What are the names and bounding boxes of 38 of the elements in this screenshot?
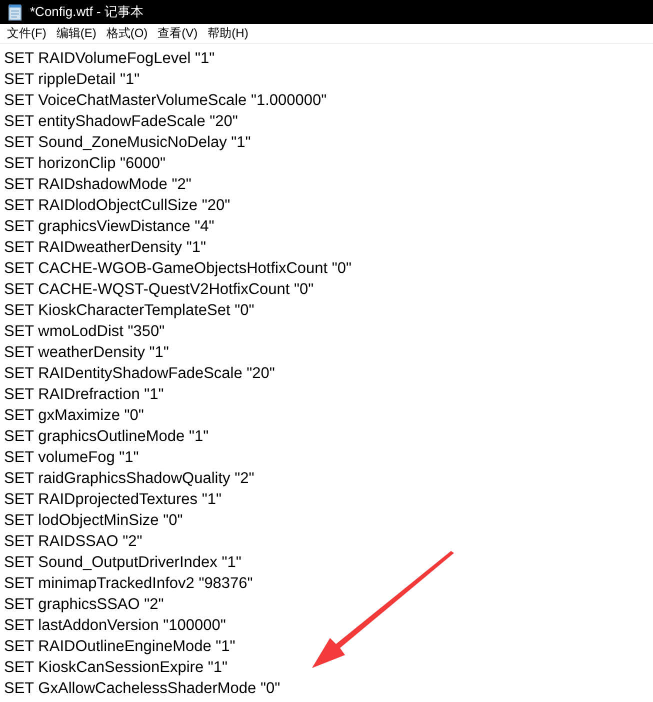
text-line: SET VoiceChatMasterVolumeScale "1.000000" bbox=[4, 91, 328, 111]
notepad-icon bbox=[8, 4, 22, 20]
text-line: SET GxAllowCachelessShaderMode "0" bbox=[4, 679, 282, 699]
text-line: SET graphicsSSAO "2" bbox=[4, 595, 165, 615]
text-line: SET RAIDVolumeFogLevel "1" bbox=[4, 49, 216, 69]
text-line: SET gxMaximize "0" bbox=[4, 406, 145, 426]
text-line: SET RAIDentityShadowFadeScale "20" bbox=[4, 364, 276, 384]
text-line: SET RAIDrefraction "1" bbox=[4, 385, 165, 405]
menu-item[interactable]: 编辑(E) bbox=[51, 24, 102, 43]
text-line: SET raidGraphicsShadowQuality "2" bbox=[4, 469, 256, 489]
menu-item[interactable]: 查看(V) bbox=[152, 24, 203, 43]
text-line: SET volumeFog "1" bbox=[4, 448, 140, 468]
text-line: SET RAIDprojectedTextures "1" bbox=[4, 490, 222, 510]
text-line: SET RAIDSSAO "2" bbox=[4, 532, 144, 552]
text-line: SET Sound_OutputDriverIndex "1" bbox=[4, 553, 242, 573]
text-line: SET weatherDensity "1" bbox=[4, 343, 170, 363]
text-line: SET KioskCharacterTemplateSet "0" bbox=[4, 301, 256, 321]
text-line: SET RAIDweatherDensity "1" bbox=[4, 238, 207, 258]
text-line: SET CACHE-WGOB-GameObjectsHotfixCount "0" bbox=[4, 259, 353, 279]
text-line: SET rippleDetail "1" bbox=[4, 70, 141, 90]
text-line: SET RAIDOutlineEngineMode "1" bbox=[4, 637, 236, 657]
text-line: SET lodObjectMinSize "0" bbox=[4, 511, 184, 531]
text-line: SET entityShadowFadeScale "20" bbox=[4, 112, 239, 132]
menu-item[interactable]: 格式(O) bbox=[101, 24, 153, 43]
text-line: SET lastAddonVersion "100000" bbox=[4, 616, 227, 636]
text-line: SET minimapTrackedInfov2 "98376" bbox=[4, 574, 254, 594]
text-line: SET Sound_ZoneMusicNoDelay "1" bbox=[4, 133, 252, 153]
text-line: SET RAIDlodObjectCullSize "20" bbox=[4, 196, 232, 216]
menu-item[interactable]: 文件(F) bbox=[2, 24, 52, 43]
text-line: SET KioskCanSessionExpire "1" bbox=[4, 658, 229, 678]
text-line: SET CACHE-WQST-QuestV2HotfixCount "0" bbox=[4, 280, 315, 300]
text-line: SET RAIDshadowMode "2" bbox=[4, 175, 192, 195]
text-line: SET horizonClip "6000" bbox=[4, 154, 167, 174]
menu-item[interactable]: 帮助(H) bbox=[202, 24, 254, 43]
window-title: *Config.wtf - 记事本 bbox=[30, 3, 144, 21]
text-line: SET wmoLodDist "350" bbox=[4, 322, 166, 342]
text-line: SET graphicsViewDistance "4" bbox=[4, 217, 216, 237]
text-line: SET graphicsOutlineMode "1" bbox=[4, 427, 210, 447]
